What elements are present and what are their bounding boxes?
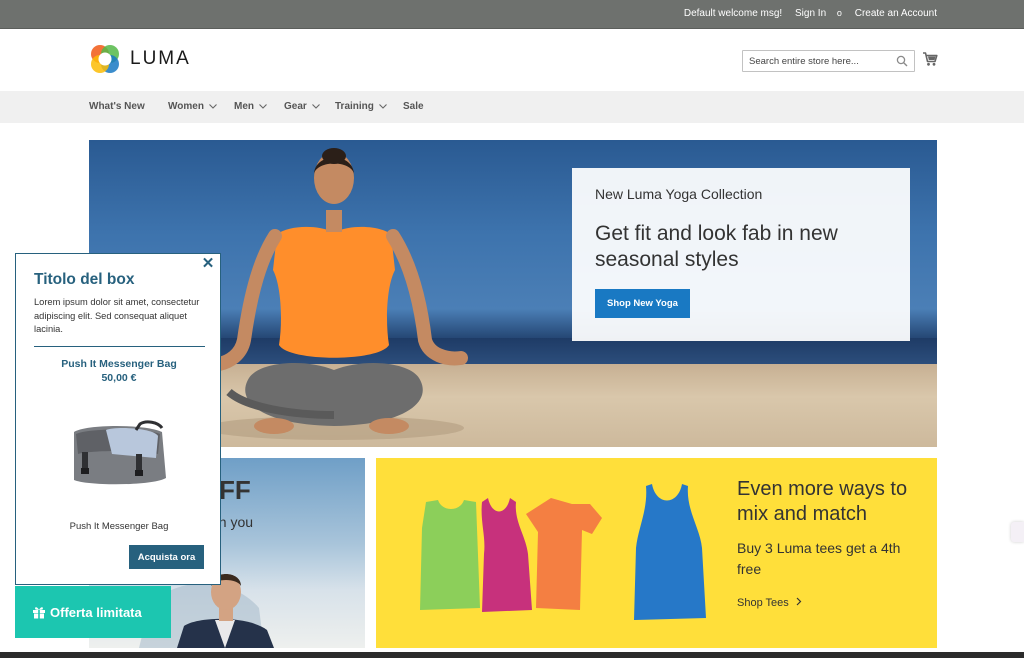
limited-offer-button[interactable]: Offerta limitata bbox=[15, 586, 171, 638]
chevron-down-icon bbox=[259, 103, 267, 109]
shop-tees-label: Shop Tees bbox=[737, 597, 789, 609]
nav-item-label: Men bbox=[234, 101, 254, 112]
top-bar: Default welcome msg! Sign In o Create an… bbox=[0, 0, 1024, 29]
nav-item-label: Training bbox=[335, 101, 374, 112]
nav-item-training[interactable]: Training bbox=[335, 101, 387, 112]
nav-item-label: Gear bbox=[284, 101, 307, 112]
luma-logo-icon bbox=[91, 45, 119, 73]
hero-title: Get fit and look fab in new seasonal sty… bbox=[595, 222, 838, 271]
sign-in-link[interactable]: Sign In bbox=[795, 8, 826, 19]
hero-subtitle: New Luma Yoga Collection bbox=[595, 186, 763, 202]
nav-item-men[interactable]: Men bbox=[234, 101, 267, 112]
nav-item-label: Women bbox=[168, 101, 204, 112]
popup-title: Titolo del box bbox=[34, 271, 135, 288]
promo-right-text: Buy 3 Luma tees get a 4th free bbox=[737, 540, 901, 577]
gift-icon bbox=[33, 606, 45, 618]
shop-tees-link[interactable]: Shop Tees bbox=[737, 597, 802, 609]
side-widget-tab[interactable] bbox=[1011, 522, 1024, 542]
popup-product-price: 50,00 € bbox=[101, 372, 137, 384]
popup-divider bbox=[34, 346, 205, 347]
create-account-link[interactable]: Create an Account bbox=[855, 8, 937, 19]
chevron-down-icon bbox=[379, 103, 387, 109]
promo-right-banner[interactable]: Even more ways to mix and match Buy 3 Lu… bbox=[376, 458, 937, 648]
welcome-message: Default welcome msg! bbox=[683, 8, 783, 19]
bottom-bar bbox=[0, 652, 1024, 658]
shop-new-yoga-button[interactable]: Shop New Yoga bbox=[595, 289, 690, 318]
header: LUMA bbox=[0, 29, 1024, 91]
chevron-down-icon bbox=[209, 103, 217, 109]
nav-item-label: Sale bbox=[403, 101, 424, 112]
popup-product-name[interactable]: Push It Messenger Bag bbox=[16, 358, 222, 370]
popup-product-caption: Push It Messenger Bag bbox=[69, 521, 169, 532]
promo-left-title-fragment: FF bbox=[219, 475, 251, 505]
product-popup-box: ✕ Titolo del box Lorem ipsum dolor sit a… bbox=[15, 253, 221, 585]
cart-icon[interactable] bbox=[922, 51, 938, 67]
nav-item-sale[interactable]: Sale bbox=[403, 101, 424, 112]
nav-item-whats-new[interactable]: What's New bbox=[89, 101, 145, 112]
chevron-down-icon bbox=[311, 103, 320, 109]
popup-description: Lorem ipsum dolor sit amet, consectetur … bbox=[34, 297, 200, 334]
nav-item-label: What's New bbox=[89, 101, 145, 112]
messenger-bag-image[interactable] bbox=[66, 414, 172, 494]
tees-image bbox=[420, 484, 706, 620]
close-icon[interactable]: ✕ bbox=[201, 256, 215, 271]
search-box[interactable] bbox=[742, 50, 915, 72]
search-icon[interactable] bbox=[896, 55, 908, 67]
nav-item-women[interactable]: Women bbox=[168, 101, 217, 112]
top-links: Default welcome msg! Sign In o Create an… bbox=[674, 8, 937, 19]
hero-text-card: New Luma Yoga Collection Get fit and loo… bbox=[572, 168, 910, 341]
promo-right-title: Even more ways to mix and match bbox=[737, 478, 908, 525]
search-input[interactable] bbox=[749, 54, 889, 69]
main-navigation: What's New Women Men Gear Training Sale bbox=[0, 91, 1024, 123]
nav-item-gear[interactable]: Gear bbox=[284, 101, 320, 112]
links-separator: o bbox=[836, 8, 842, 18]
chevron-right-icon bbox=[796, 597, 802, 606]
buy-now-button[interactable]: Acquista ora bbox=[129, 545, 204, 569]
logo-text[interactable]: LUMA bbox=[130, 48, 191, 70]
limited-offer-label: Offerta limitata bbox=[50, 604, 142, 620]
